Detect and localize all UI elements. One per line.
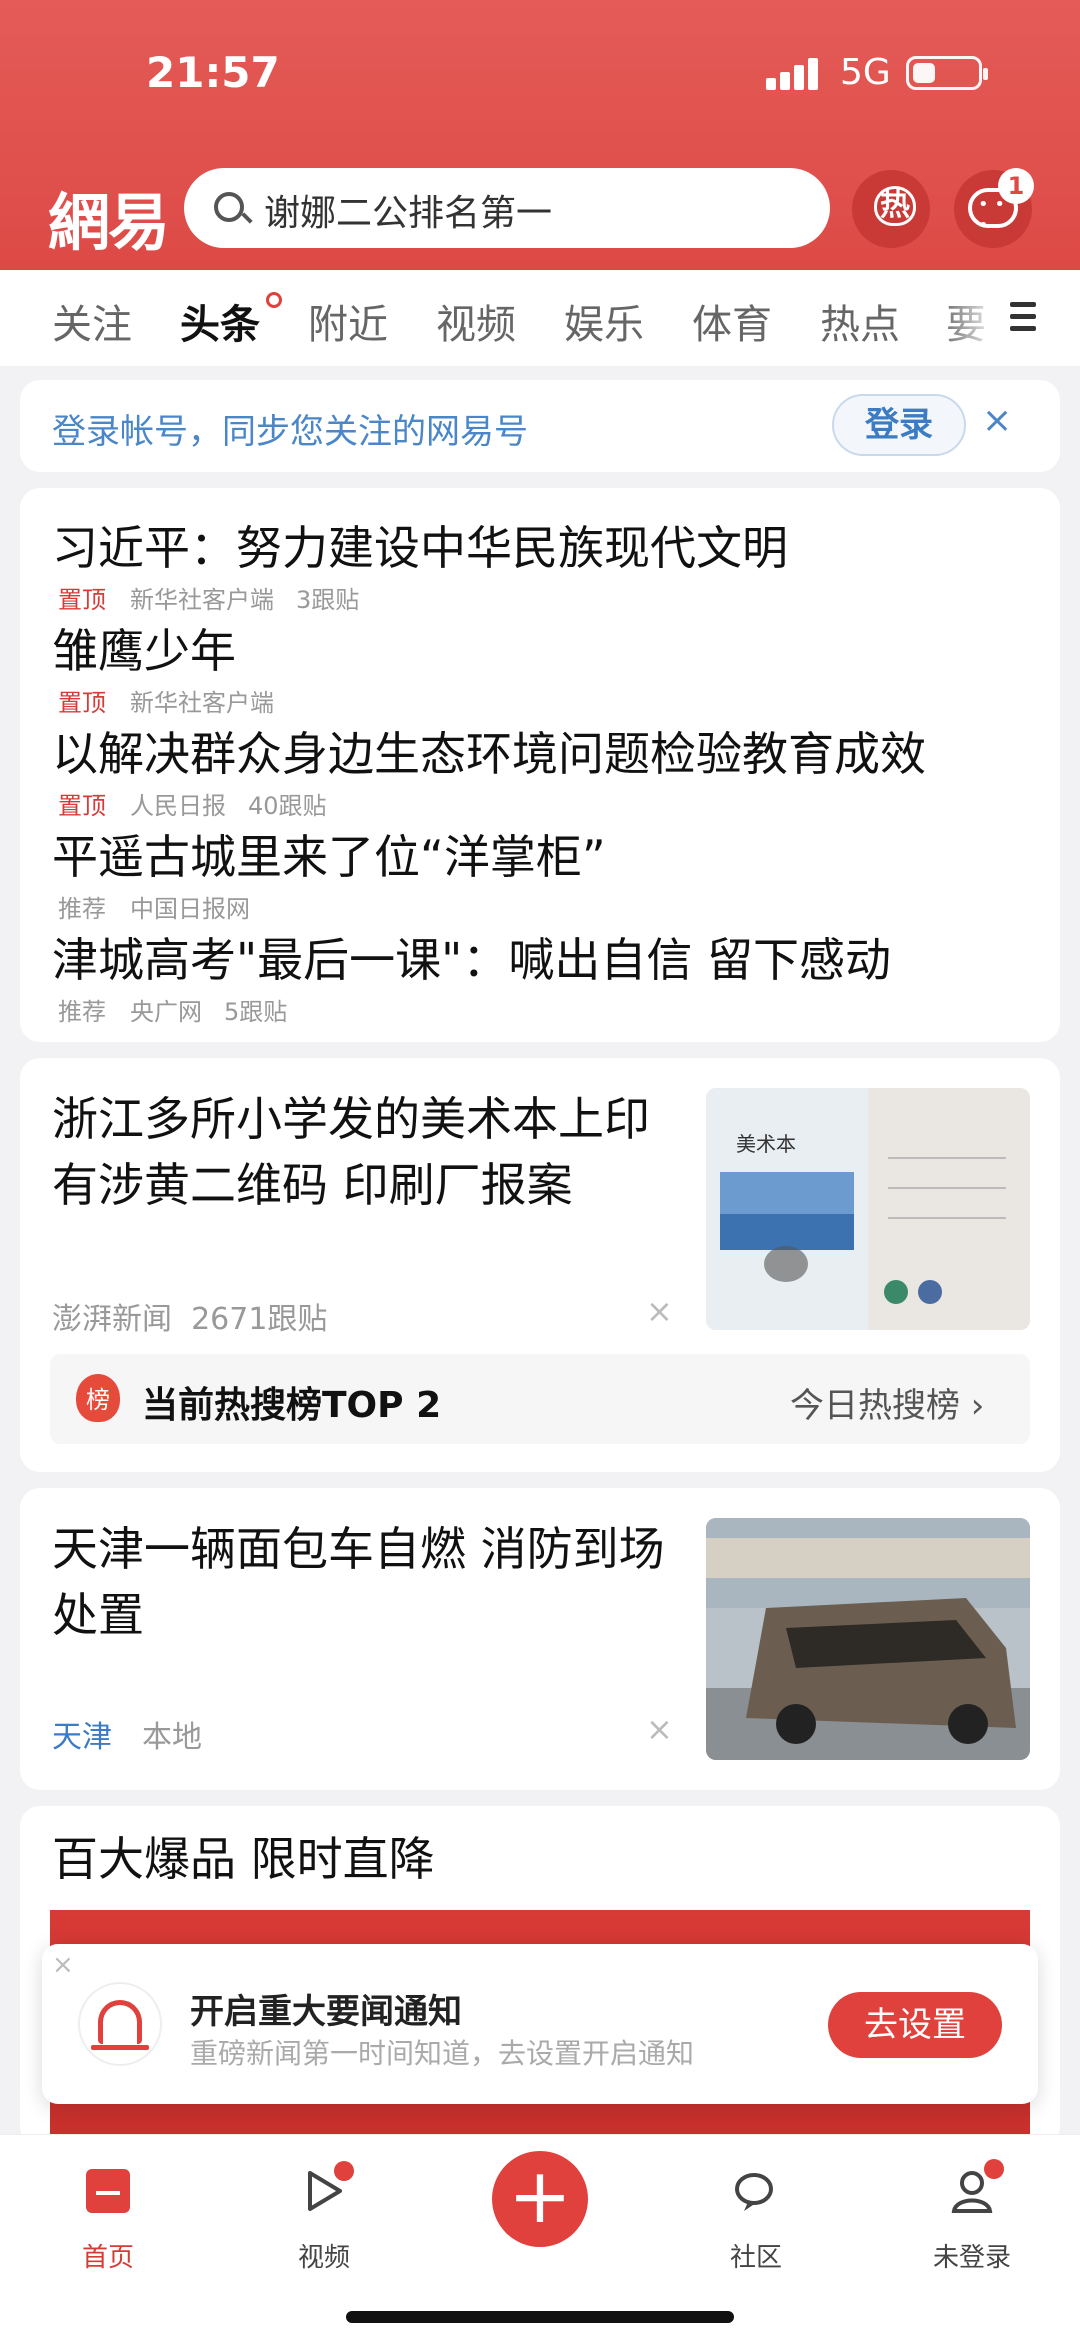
signal-icon [766,56,824,90]
article-thumbnail[interactable]: 美术本 [706,1088,1030,1330]
list-item[interactable]: 雏鹰少年 置顶 新华社客户端 [52,615,296,718]
close-icon[interactable]: × [52,1950,74,1980]
article-card[interactable]: 天津一辆面包车自燃 消防到场处置 天津 本地 × [20,1488,1060,1790]
new-dot-icon [266,292,282,308]
tab-hot[interactable]: 热点 [820,292,900,350]
tab-follow[interactable]: 关注 [52,292,132,350]
list-item[interactable]: 以解决群众身边生态环境问题检验教育成效 置顶 人民日报 40跟贴 [52,718,926,821]
close-icon[interactable]: × [982,400,1012,441]
chat-icon [735,2173,773,2211]
thumbnail-text: 美术本 [736,1132,796,1156]
article-meta: 澎湃新闻 2671跟贴 [52,1302,328,1337]
network-type: 5G [840,52,891,93]
battery-icon [906,56,988,90]
tab-headline[interactable]: 头条 [180,292,260,350]
top-news-card: 习近平：努力建设中华民族现代文明 置顶 新华社客户端 3跟贴 雏鹰少年 置顶 新华社客… [20,488,1060,1042]
article-thumbnail[interactable] [706,1518,1030,1760]
settings-button[interactable]: 去设置 [828,1992,1002,2058]
article-meta: 天津 本地 [52,1720,202,1755]
tab-video[interactable]: 视频 [436,292,516,350]
status-time: 21:57 [146,48,280,97]
notification-subtitle: 重磅新闻第一时间知道，去设置开启通知 [190,2037,695,2070]
notification-title: 开启重大要闻通知 [190,1992,462,2032]
login-prompt[interactable]: 登录帐号，同步您关注的网易号 [52,404,528,453]
tab-nearby[interactable]: 附近 [308,292,388,350]
new-dot-icon [984,2159,1004,2179]
home-indicator [346,2311,734,2323]
dismiss-icon[interactable]: × [646,1292,673,1330]
hot-button[interactable]: 热 [852,170,930,248]
notification-prompt: × 开启重大要闻通知 重磅新闻第一时间知道，去设置开启通知 去设置 [42,1944,1038,2104]
add-button[interactable]: + [492,2151,588,2247]
promo-title[interactable]: 百大爆品 限时直降 [52,1826,692,1892]
login-banner: 登录帐号，同步您关注的网易号 登录 × [20,380,1060,472]
hot-rank-bar[interactable]: 榜 当前热搜榜TOP 2 今日热搜榜 › [50,1354,1030,1444]
fire-icon: 热 [874,186,916,226]
dismiss-icon[interactable]: × [646,1710,673,1748]
bottom-nav: 首页 视频 + 社区 未登录 [0,2134,1080,2341]
search-placeholder: 谢娜二公排名第一 [264,193,553,234]
login-button[interactable]: 登录 [832,394,966,456]
hot-rank-link[interactable]: 今日热搜榜 › [790,1378,984,1427]
bell-icon [78,1982,162,2066]
list-item[interactable]: 平遥古城里来了位“洋掌柜” 推荐 中国日报网 [52,821,606,924]
home-icon [86,2169,130,2213]
hot-rank-text: 当前热搜榜TOP 2 [142,1385,442,1426]
list-item[interactable]: 习近平：努力建设中华民族现代文明 置顶 新华社客户端 3跟贴 [52,512,788,615]
article-title[interactable]: 浙江多所小学发的美术本上印有涉黄二维码 印刷厂报案 [52,1086,692,1218]
list-item[interactable]: 津城高考"最后一课"：喊出自信 留下感动 推荐 央广网 5跟贴 [52,924,891,1027]
search-input[interactable]: 谢娜二公排名第一 [184,168,830,248]
tab-sports[interactable]: 体育 [692,292,772,350]
app-logo: 網易 [48,186,170,259]
article-card[interactable]: 浙江多所小学发的美术本上印有涉黄二维码 印刷厂报案 美术本 澎湃新闻 2671跟… [20,1058,1060,1472]
menu-icon[interactable] [1010,302,1036,332]
rank-icon: 榜 [76,1374,120,1422]
message-badge: 1 [998,168,1034,204]
tab-entertainment[interactable]: 娱乐 [564,292,644,350]
new-dot-icon [334,2161,354,2181]
search-icon [214,192,244,222]
app-header: 21:57 5G 網易 谢娜二公排名第一 热 1 [0,0,1080,270]
channel-tabs: 关注 头条 附近 视频 娱乐 体育 热点 要 [0,270,1080,366]
article-title[interactable]: 天津一辆面包车自燃 消防到场处置 [52,1516,692,1648]
